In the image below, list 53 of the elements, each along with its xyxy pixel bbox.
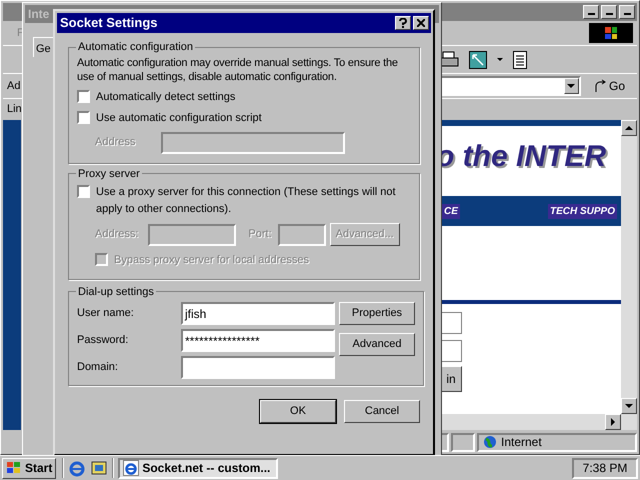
start-button[interactable]: Start: [2, 458, 56, 478]
field-label: Password:: [77, 333, 130, 348]
window-title: Inte: [28, 6, 50, 23]
dialog-button[interactable]: OK: [260, 400, 336, 423]
field-label: Address:: [95, 227, 138, 242]
help-icon[interactable]: [395, 16, 411, 30]
dialog-button[interactable]: Advanced: [339, 333, 415, 356]
checkbox-label: Use a proxy server for this connection (These settings will not apply to other connections).: [96, 185, 397, 216]
checkbox[interactable]: [77, 90, 90, 102]
address-label: Ad: [7, 78, 20, 94]
scroll-right-icon[interactable]: [605, 414, 621, 430]
taskbar-window-button[interactable]: Socket.net -- custom...: [118, 458, 278, 478]
input-field[interactable]: [181, 356, 335, 379]
description-text: Automatic configuration may override manual settings. To ensure the use of manual settings, disable automatic configuration.: [77, 56, 399, 84]
field-label: Port:: [248, 227, 272, 242]
dialog-button[interactable]: Properties: [339, 302, 415, 325]
group-title: Proxy server: [77, 166, 141, 182]
group-title: Dial-up settings: [77, 284, 155, 300]
go-button[interactable]: Go: [584, 77, 633, 95]
field-label: Address: [95, 135, 136, 150]
checkbox-label: Bypass proxy server for local addresses: [114, 253, 310, 268]
browser-e-icon[interactable]: [68, 459, 86, 477]
checkbox[interactable]: [77, 185, 90, 198]
scroll-up-icon[interactable]: [621, 120, 637, 136]
dialog-button[interactable]: Cancel: [344, 400, 420, 423]
input-field[interactable]: jfish: [181, 302, 335, 325]
nav-link[interactable]: TECH SUPPO: [548, 204, 617, 218]
checkbox[interactable]: [77, 111, 90, 124]
field-label: User name:: [77, 306, 135, 322]
arrow-icon: [592, 79, 607, 93]
field-label: Domain:: [77, 360, 119, 376]
checkbox-label: Use automatic configuration script: [96, 111, 262, 126]
fullscreen-icon[interactable]: [469, 50, 487, 68]
vertical-scrollbar[interactable]: [621, 120, 637, 430]
minimize-icon[interactable]: [583, 5, 599, 19]
clock: 7:38 PM: [572, 458, 638, 478]
dropdown-caret-icon[interactable]: [497, 58, 503, 61]
nav-link[interactable]: CE: [442, 204, 460, 218]
globe-icon: [483, 435, 497, 449]
links-label: Lin: [7, 102, 22, 118]
status-zone: Internet: [477, 432, 637, 452]
input-field[interactable]: ****************: [181, 329, 335, 352]
document-icon[interactable]: [513, 50, 527, 68]
window-title: Socket Settings: [60, 14, 158, 32]
scroll-down-icon[interactable]: [621, 398, 637, 414]
channels-icon[interactable]: [90, 459, 108, 477]
login-button[interactable]: in: [440, 366, 462, 392]
checkbox-label: Automatically detect settings: [96, 90, 236, 104]
group-title: Automatic configuration: [77, 40, 194, 55]
status-pane: [451, 432, 475, 452]
windows-logo-icon: [6, 461, 22, 475]
windows-logo-icon: [589, 23, 633, 43]
browser-e-icon: [123, 460, 140, 476]
